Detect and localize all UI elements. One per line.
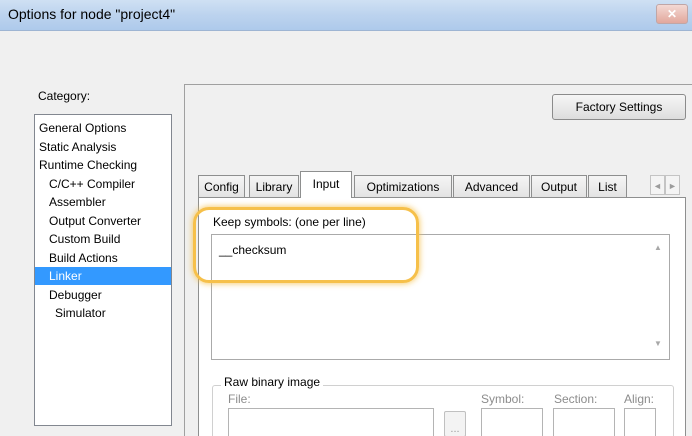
category-item-label: Debugger: [49, 287, 102, 302]
factory-settings-button[interactable]: Factory Settings: [552, 94, 686, 120]
browse-button[interactable]: ...: [444, 411, 466, 436]
scroll-up-icon[interactable]: ▲: [654, 243, 662, 252]
tab-scroll-left-button[interactable]: ◄: [650, 175, 665, 195]
raw-binary-legend: Raw binary image: [221, 375, 324, 389]
category-item-debugger[interactable]: Debugger: [35, 286, 171, 304]
category-item-label: Static Analysis: [39, 139, 117, 154]
tab-library[interactable]: Library: [249, 175, 299, 197]
section-label: Section:: [554, 392, 598, 406]
tab-optimizations[interactable]: Optimizations: [354, 175, 452, 197]
category-item-label: Assembler: [49, 195, 106, 209]
category-item-linker[interactable]: Linker: [35, 267, 171, 285]
category-item-label: Custom Build: [49, 232, 121, 246]
category-item-label: Linker: [49, 269, 82, 283]
category-item-label: Simulator: [55, 306, 106, 320]
category-item-custom-build[interactable]: Custom Build: [35, 230, 171, 248]
category-item-label: C/C++ Compiler: [49, 176, 136, 191]
close-icon: ✕: [666, 7, 678, 21]
callout-highlight: [193, 207, 419, 283]
tab-output[interactable]: Output: [531, 175, 587, 197]
align-label: Align:: [624, 392, 655, 406]
align-input[interactable]: [624, 408, 656, 436]
file-input[interactable]: [228, 408, 434, 436]
category-item-label: Build Actions: [49, 250, 118, 265]
category-item-build-actions[interactable]: Build Actions: [35, 249, 171, 267]
category-item-assembler[interactable]: Assembler: [35, 193, 171, 211]
tab-input[interactable]: Input: [300, 171, 352, 198]
category-item-label: General Options: [39, 121, 127, 135]
category-item-c-c-compiler[interactable]: C/C++ Compiler: [35, 175, 171, 193]
window-title: Options for node "project4": [8, 6, 176, 22]
tab-list[interactable]: List: [588, 175, 627, 197]
symbol-label: Symbol:: [481, 392, 525, 406]
category-list[interactable]: General Options Static Analysis Runtime Ch…: [34, 114, 172, 426]
arrow-left-icon: ◄: [653, 181, 662, 191]
section-input[interactable]: [553, 408, 615, 436]
symbol-input[interactable]: [481, 408, 543, 436]
file-label: File:: [228, 392, 251, 406]
category-item-label: Runtime Checking: [39, 158, 138, 172]
category-item-runtime-checking[interactable]: Runtime Checking: [35, 156, 171, 174]
close-button[interactable]: ✕: [656, 4, 688, 24]
tab-scroll-right-button[interactable]: ►: [665, 175, 680, 195]
title-bar[interactable]: Options for node "project4" ✕: [0, 0, 692, 31]
category-label: Category:: [38, 89, 91, 103]
arrow-right-icon: ►: [668, 181, 677, 191]
category-item-simulator[interactable]: Simulator: [35, 304, 171, 322]
category-item-static-analysis[interactable]: Static Analysis: [35, 138, 171, 156]
category-item-general-options[interactable]: General Options: [35, 119, 171, 137]
tab-advanced[interactable]: Advanced: [453, 175, 530, 197]
tab-config[interactable]: Config: [198, 175, 245, 197]
keep-symbols-scrollbar[interactable]: ▲ ▼: [650, 235, 667, 357]
options-dialog: Options for node "project4" ✕ Category: …: [0, 0, 692, 436]
category-item-output-converter[interactable]: Output Converter: [35, 212, 171, 230]
scroll-down-icon[interactable]: ▼: [654, 339, 662, 348]
category-item-label: Output Converter: [49, 213, 142, 228]
